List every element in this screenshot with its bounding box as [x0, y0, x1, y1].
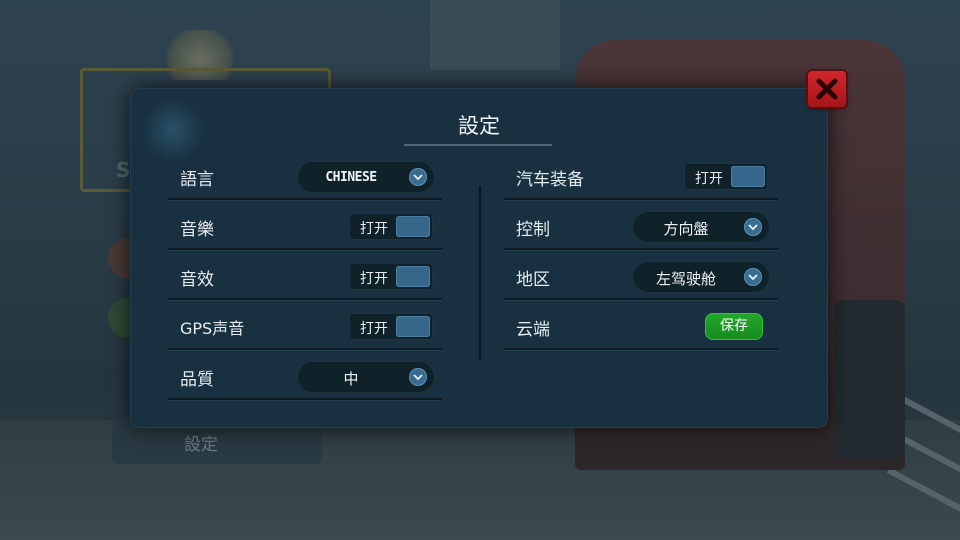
setting-row-quality: 品質 中	[168, 352, 442, 400]
gps-voice-toggle[interactable]: 打开	[349, 313, 433, 340]
region-value: 左驾驶舱	[655, 270, 716, 288]
background-building	[430, 0, 560, 70]
background-truck-grill	[835, 300, 905, 460]
sfx-label: 音效	[180, 270, 214, 290]
row-divider	[168, 398, 442, 400]
setting-row-sfx: 音效 打开	[168, 252, 442, 300]
music-label: 音樂	[180, 220, 214, 240]
toggle-knob	[396, 266, 430, 287]
background-settings-label: 設定	[184, 435, 218, 455]
language-select[interactable]: CHINESE	[297, 161, 435, 193]
controls-label: 控制	[516, 220, 550, 240]
region-label: 地区	[516, 270, 550, 290]
gps-voice-label: GPS声音	[180, 319, 245, 338]
close-button[interactable]	[808, 71, 846, 107]
truck-equipment-toggle-text: 打开	[695, 171, 723, 187]
setting-row-music: 音樂 打开	[168, 202, 442, 250]
row-divider	[168, 348, 442, 350]
toggle-knob	[396, 316, 430, 337]
toggle-knob	[396, 216, 430, 237]
row-divider	[168, 198, 442, 200]
chevron-down-icon	[409, 168, 427, 186]
toggle-knob	[731, 166, 765, 187]
sfx-toggle[interactable]: 打开	[349, 263, 433, 290]
profile-frame-letter: S	[116, 158, 131, 182]
controls-value: 方向盤	[663, 220, 709, 238]
dialog-title: 設定	[458, 114, 500, 138]
quality-label: 品質	[180, 370, 214, 390]
music-toggle-text: 打开	[360, 221, 388, 237]
row-divider	[168, 248, 442, 250]
row-divider	[168, 298, 442, 300]
quality-select[interactable]: 中	[297, 361, 435, 393]
gps-voice-toggle-text: 打开	[360, 321, 388, 337]
truck-equipment-toggle[interactable]: 打开	[684, 163, 768, 190]
row-divider	[504, 198, 778, 200]
row-divider	[504, 248, 778, 250]
column-divider	[479, 186, 481, 360]
language-label: 語言	[180, 170, 214, 190]
setting-row-region: 地区 左驾驶舱	[504, 252, 778, 300]
cloud-label: 云端	[516, 320, 550, 340]
row-divider	[504, 348, 778, 350]
language-value: CHINESE	[325, 170, 377, 185]
setting-row-gps-voice: GPS声音 打开	[168, 302, 442, 350]
title-underline	[404, 144, 552, 146]
chevron-down-icon	[409, 368, 427, 386]
controls-select[interactable]: 方向盤	[632, 211, 770, 243]
close-icon	[816, 78, 838, 100]
row-divider	[504, 298, 778, 300]
cloud-save-button[interactable]: 保存	[705, 313, 763, 340]
sfx-toggle-text: 打开	[360, 271, 388, 287]
music-toggle[interactable]: 打开	[349, 213, 433, 240]
truck-equipment-label: 汽车装备	[516, 170, 584, 190]
region-select[interactable]: 左驾驶舱	[632, 261, 770, 293]
setting-row-truck-equipment: 汽车装备 打开	[504, 152, 778, 200]
setting-row-cloud: 云端 保存	[504, 302, 778, 350]
quality-value: 中	[343, 370, 359, 388]
settings-dialog: 設定 語言 CHINESE 音樂 打开 音效 打开 GPS声音 打开 品質 中 …	[130, 88, 828, 428]
chevron-down-icon	[744, 268, 762, 286]
chevron-down-icon	[744, 218, 762, 236]
setting-row-controls: 控制 方向盤	[504, 202, 778, 250]
setting-row-language: 語言 CHINESE	[168, 152, 442, 200]
